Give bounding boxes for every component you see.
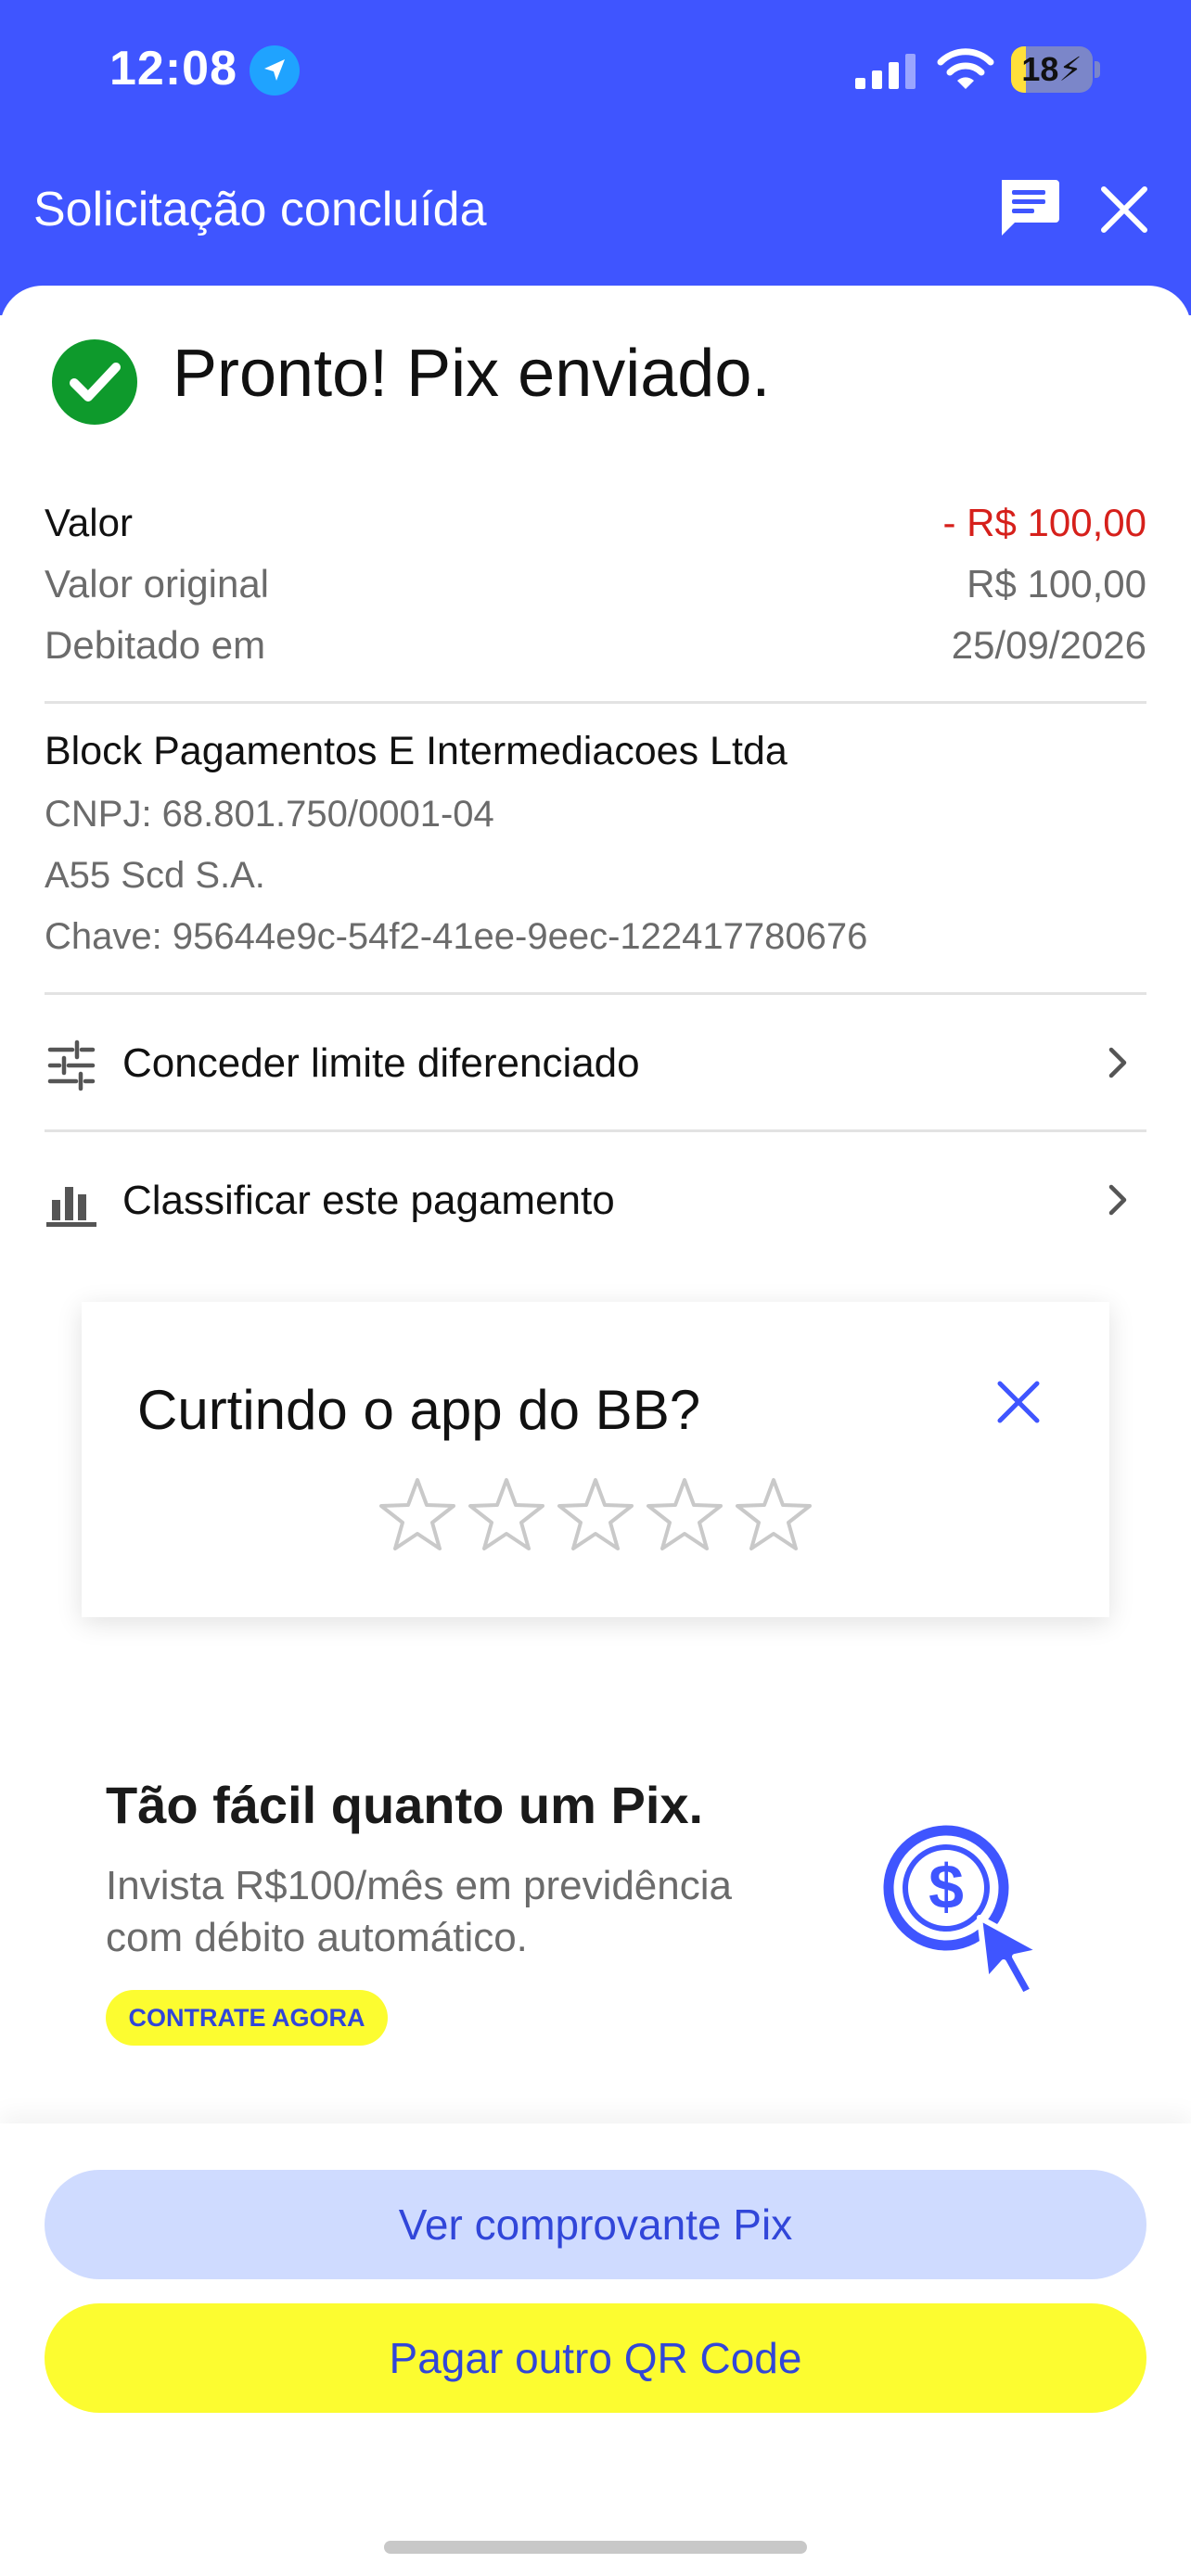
payee-key: Chave: 95644e9c-54f2-41ee-9eec-122417780… bbox=[45, 916, 868, 957]
view-receipt-button[interactable]: Ver comprovante Pix bbox=[45, 2170, 1146, 2279]
header-bar: 12:08 18⚡ Solicitação concluída bbox=[0, 0, 1191, 315]
svg-text:$: $ bbox=[928, 1852, 964, 1922]
chat-icon[interactable] bbox=[996, 176, 1061, 241]
chevron-right-icon bbox=[1108, 1184, 1127, 1216]
divider bbox=[45, 992, 1146, 995]
dollar-cursor-icon: $ bbox=[883, 1825, 1044, 1998]
rating-card: Curtindo o app do BB? bbox=[82, 1302, 1109, 1617]
wifi-icon bbox=[937, 48, 994, 89]
promo-title: Tão fácil quanto um Pix. bbox=[106, 1776, 704, 1834]
promo-subtitle: Invista R$100/mês em previdência com déb… bbox=[106, 1863, 732, 1960]
amount-label: Valor bbox=[45, 501, 133, 544]
star-icon[interactable] bbox=[644, 1474, 725, 1556]
classify-payment-label: Classificar este pagamento bbox=[122, 1178, 615, 1223]
payee-cnpj: CNPJ: 68.801.750/0001-04 bbox=[45, 794, 494, 835]
rating-title: Curtindo o app do BB? bbox=[137, 1379, 701, 1441]
status-time: 12:08 bbox=[109, 42, 237, 96]
original-amount-value: R$ 100,00 bbox=[967, 562, 1146, 606]
contract-now-button[interactable]: CONTRATE AGORA bbox=[106, 1990, 388, 2046]
grant-limit-row[interactable]: Conceder limite diferenciado bbox=[45, 1000, 1146, 1129]
payee-name: Block Pagamentos E Intermediacoes Ltda bbox=[45, 729, 788, 773]
payee-institution: A55 Scd S.A. bbox=[45, 855, 265, 896]
success-check-icon bbox=[52, 339, 137, 425]
location-arrow-icon bbox=[250, 45, 300, 96]
star-icon[interactable] bbox=[555, 1474, 636, 1556]
battery-body: 18⚡ bbox=[1011, 46, 1093, 93]
divider bbox=[45, 1129, 1146, 1132]
status-bar: 12:08 18⚡ bbox=[0, 0, 1191, 139]
battery-tip bbox=[1095, 61, 1100, 78]
sliders-icon bbox=[47, 1039, 96, 1091]
home-indicator[interactable] bbox=[384, 2541, 807, 2554]
star-rating bbox=[377, 1474, 822, 1563]
pay-another-qr-button[interactable]: Pagar outro QR Code bbox=[45, 2303, 1146, 2413]
amount-value: - R$ 100,00 bbox=[942, 501, 1146, 544]
bar-chart-icon bbox=[46, 1187, 96, 1227]
battery-text: 18⚡ bbox=[1021, 50, 1082, 88]
original-amount-label: Valor original bbox=[45, 562, 270, 606]
close-icon[interactable] bbox=[1096, 182, 1152, 237]
cellular-signal-icon bbox=[855, 54, 916, 89]
grant-limit-label: Conceder limite diferenciado bbox=[122, 1040, 640, 1086]
success-title: Pronto! Pix enviado. bbox=[173, 337, 771, 411]
debit-date-value: 25/09/2026 bbox=[951, 623, 1146, 667]
classify-payment-row[interactable]: Classificar este pagamento bbox=[45, 1137, 1146, 1267]
close-icon[interactable] bbox=[994, 1378, 1043, 1426]
star-icon[interactable] bbox=[466, 1474, 547, 1556]
chevron-right-icon bbox=[1108, 1047, 1127, 1078]
star-icon[interactable] bbox=[377, 1474, 458, 1556]
star-icon[interactable] bbox=[733, 1474, 814, 1556]
battery-indicator: 18⚡ bbox=[1011, 46, 1100, 93]
divider bbox=[45, 701, 1146, 704]
debit-date-label: Debitado em bbox=[45, 623, 266, 667]
page-title: Solicitação concluída bbox=[33, 183, 487, 236]
